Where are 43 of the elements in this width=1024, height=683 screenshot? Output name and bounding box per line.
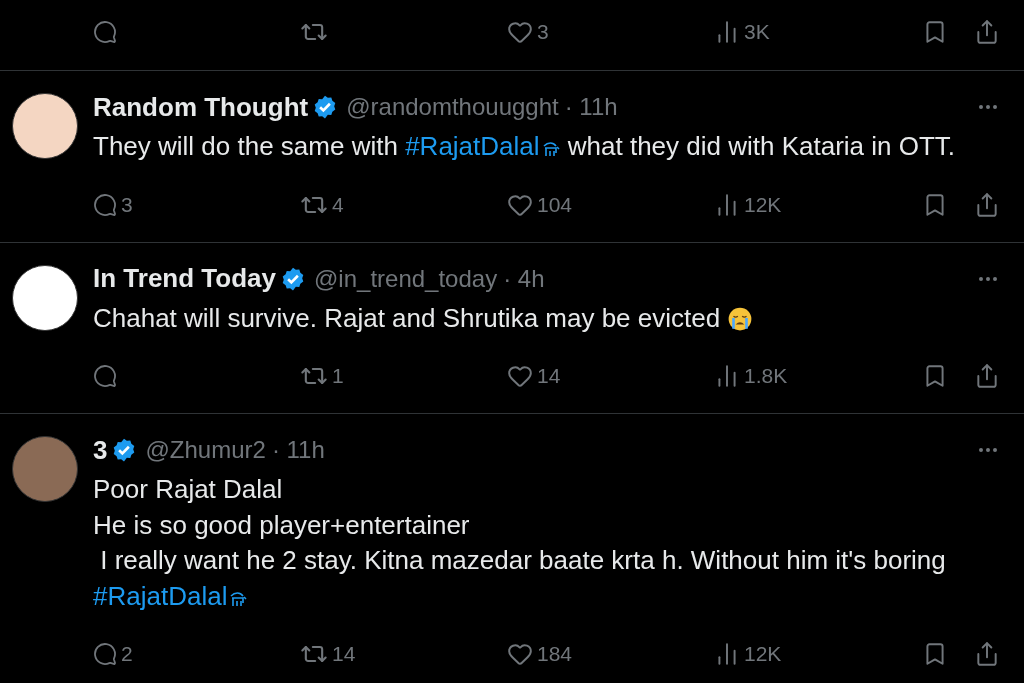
author-name[interactable]: 3 [93, 430, 108, 470]
heart-icon [507, 19, 533, 45]
like-button[interactable]: 14 [507, 360, 561, 392]
repost-button[interactable]: 1 [300, 360, 344, 392]
tweet-text: He is so good player+entertainer [93, 508, 471, 542]
tweet-text: They will do the same with #RajatDalal what they did with Kataria in OTT. [93, 130, 957, 163]
views-button[interactable]: 1.8K [714, 360, 788, 392]
reply-icon [93, 192, 117, 217]
reply-icon [93, 642, 117, 666]
crying-face-icon [727, 305, 754, 332]
views-button[interactable]: 3K [714, 16, 770, 48]
repost-button[interactable]: 14 [300, 638, 356, 670]
share-icon[interactable] [974, 191, 1000, 218]
author-name[interactable]: In Trend Today [93, 259, 276, 298]
like-button[interactable]: 104 [507, 188, 573, 221]
reply-button[interactable]: 2 [93, 638, 133, 670]
heart-icon [507, 363, 533, 389]
post-time: · 11h [564, 92, 618, 122]
share-icon[interactable] [974, 363, 1000, 389]
author-name[interactable]: Random Thought [93, 87, 309, 127]
reply-button[interactable]: 3 [93, 188, 133, 221]
views-button[interactable]: 12K [714, 188, 782, 221]
author-handle[interactable]: @Zhumur2 [145, 432, 266, 468]
share-icon[interactable] [974, 19, 1000, 45]
share-icon[interactable] [974, 641, 1000, 667]
author-handle[interactable]: @randomthouugght [346, 89, 559, 125]
tweet-text: Chahat will survive. Rajat and Shrutika may be evicted [93, 300, 1024, 336]
like-button[interactable]: 184 [507, 638, 573, 670]
post-time: · 4h [503, 263, 545, 294]
tweet-text: Poor Rajat Dalal [93, 473, 284, 506]
views-button[interactable]: 12K [714, 638, 782, 670]
heart-icon [507, 641, 533, 667]
tweet-text: I really want he 2 stay. Kitna mazedar baate krta h. Without him it's boring [99, 544, 947, 577]
author-handle[interactable]: @in_trend_today [314, 260, 498, 297]
reply-button[interactable] [93, 20, 117, 44]
repost-button[interactable]: 4 [300, 188, 344, 221]
reply-icon [93, 364, 117, 388]
reply-icon [93, 20, 117, 44]
like-button[interactable]: 3 [507, 16, 549, 48]
reply-button[interactable] [93, 364, 117, 388]
hashtag-link[interactable]: #RajatDalal [93, 580, 249, 611]
hashtag-link[interactable]: #RajatDalal [405, 131, 561, 161]
post-time: · 11h [271, 435, 325, 465]
